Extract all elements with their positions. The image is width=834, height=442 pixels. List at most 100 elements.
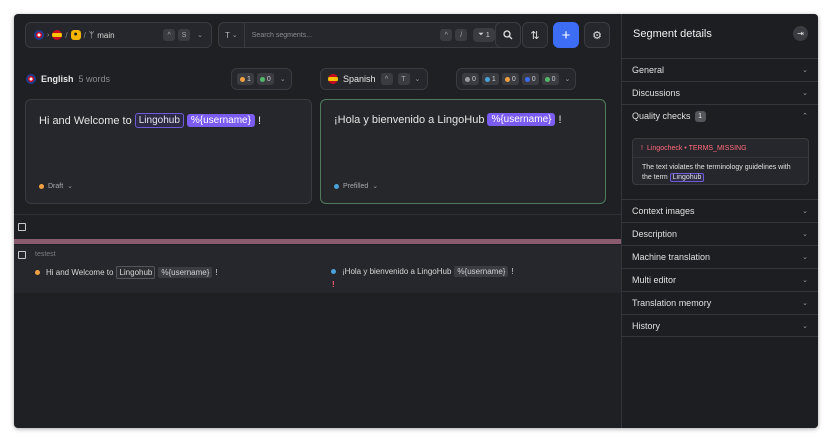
type-filter-button[interactable]: T ⌄ — [225, 23, 245, 47]
search-input[interactable] — [251, 31, 402, 39]
sort-button[interactable]: ⇅ — [522, 22, 548, 48]
section-machine-translation[interactable]: Machine translation ⌄ — [622, 245, 818, 268]
sort-icon: ⇅ — [530, 29, 540, 42]
chevron-right-icon: › — [47, 31, 50, 39]
approved-dot-icon — [259, 76, 265, 82]
row-source-text[interactable]: Hi and Welcome to Lingohub %{username} ! — [35, 266, 218, 279]
untranslated-count: 0 — [462, 73, 479, 85]
source-word-count: 5 words — [78, 74, 111, 84]
toolbar: › / ● / ᛘ main ^ S ⌄ T ⌄ ^ / ⏷ 1 ✕ — [14, 14, 621, 54]
uk-flag-icon — [26, 74, 36, 84]
chevron-up-icon: ⌃ — [802, 113, 808, 120]
quality-check-count: 1 — [694, 110, 706, 122]
search-shortcut-up: ^ — [440, 29, 453, 41]
placeholder-tag: %{username} — [454, 266, 509, 277]
select-all-checkbox[interactable] — [18, 223, 26, 231]
chevron-down-icon: ⌄ — [802, 231, 808, 238]
section-general[interactable]: General ⌄ — [622, 58, 818, 81]
approved-dot-icon — [544, 76, 550, 82]
chevron-down-icon: ⌄ — [802, 254, 808, 261]
branch-name: main — [97, 30, 115, 40]
panel-title: Segment details — [633, 28, 712, 40]
chevron-down-icon: ⌄ — [279, 76, 286, 83]
search-bar: T ⌄ ^ / ⏷ 1 ✕ — [218, 22, 519, 48]
section-discussions[interactable]: Discussions ⌄ — [622, 81, 818, 104]
spain-flag-icon — [328, 74, 338, 84]
collapse-panel-icon: ⇥ — [797, 29, 804, 38]
prefilled-dot-icon — [334, 183, 339, 189]
glossary-term: Lingohub — [116, 266, 156, 279]
source-language-name: English — [41, 74, 74, 84]
search-shortcut-key: / — [455, 29, 468, 41]
untranslated-dot-icon — [465, 76, 470, 82]
chevron-down-icon: ⌄ — [197, 32, 203, 39]
draft-dot-icon — [240, 76, 245, 82]
quality-check-message: The text violates the terminology guidel… — [642, 164, 791, 181]
spain-flag-icon — [52, 30, 63, 40]
review-count: 0 — [521, 73, 539, 85]
chevron-down-icon: ⌄ — [802, 67, 808, 74]
shortcut-key: S — [178, 29, 191, 41]
target-status-counts[interactable]: 0 1 0 0 0 ⌄ — [456, 68, 577, 90]
chevron-down-icon: ⌄ — [372, 183, 379, 190]
target-text: ¡Hola y bienvenido a LingoHub %{username… — [334, 113, 562, 126]
add-segment-button[interactable]: + — [553, 22, 579, 48]
draft-dot-icon — [39, 183, 44, 189]
section-history[interactable]: History ⌄ — [622, 314, 818, 337]
source-text: Hi and Welcome to Lingohub %{username} ! — [39, 113, 261, 128]
shortcut-up: ^ — [163, 29, 176, 41]
chevron-down-icon: ⌄ — [802, 300, 808, 307]
filter-icon: ⏷ — [478, 31, 484, 38]
target-status-dropdown[interactable]: Prefilled ⌄ — [334, 182, 378, 190]
collapse-panel-button[interactable]: ⇥ — [793, 26, 808, 41]
source-editor[interactable]: Hi and Welcome to Lingohub %{username} !… — [25, 99, 312, 204]
git-branch-icon: ᛘ — [88, 30, 95, 40]
target-shortcut-up: ^ — [380, 73, 393, 85]
section-multi-editor[interactable]: Multi editor ⌄ — [622, 268, 818, 291]
chevron-down-icon: ⌄ — [564, 76, 571, 83]
chevron-down-icon: ⌄ — [802, 208, 808, 215]
target-language-selector[interactable]: Spanish ^ T ⌄ — [320, 68, 429, 90]
target-shortcut-key: T — [397, 73, 410, 85]
chevron-down-icon: ⌄ — [67, 183, 74, 190]
warning-icon[interactable]: ! — [332, 280, 335, 289]
project-icon: ● — [70, 30, 81, 40]
segment-key: testest — [35, 251, 56, 258]
draft-count: 1 — [237, 73, 254, 85]
search-button[interactable] — [495, 22, 521, 48]
section-context-images[interactable]: Context images ⌄ — [622, 199, 818, 222]
placeholder-tag[interactable]: %{username} — [487, 113, 556, 126]
active-row-indicator — [14, 239, 621, 244]
section-description[interactable]: Description ⌄ — [622, 222, 818, 245]
source-language-header: English 5 words — [26, 68, 110, 90]
target-editor[interactable]: ¡Hola y bienvenido a LingoHub %{username… — [320, 99, 606, 204]
divider — [14, 214, 621, 215]
placeholder-tag[interactable]: %{username} — [186, 114, 255, 127]
prefilled-dot-icon — [331, 269, 336, 274]
project-branch-selector[interactable]: › / ● / ᛘ main ^ S ⌄ — [25, 22, 212, 48]
search-icon — [503, 30, 513, 40]
section-translation-memory[interactable]: Translation memory ⌄ — [622, 291, 818, 314]
quality-check-title: Lingocheck • TERMS_MISSING — [646, 144, 747, 152]
source-status-counts[interactable]: 1 0 ⌄ — [231, 68, 292, 90]
filter-count: 1 — [485, 31, 490, 39]
chevron-down-icon: ⌄ — [414, 76, 421, 83]
plus-icon: + — [561, 26, 571, 44]
chevron-down-icon: ⌄ — [802, 277, 808, 284]
approved-count: 0 — [541, 73, 559, 85]
placeholder-tag: %{username} — [158, 267, 213, 278]
draft-count: 0 — [501, 73, 519, 85]
gear-icon: ⚙ — [592, 29, 602, 42]
settings-button[interactable]: ⚙ — [584, 22, 610, 48]
active-filter-badge[interactable]: ⏷ 1 — [473, 28, 495, 42]
row-checkbox[interactable] — [18, 251, 26, 259]
chevron-down-icon: ⌄ — [802, 322, 808, 330]
approved-count: 0 — [256, 73, 274, 85]
breadcrumb-separator: / — [83, 30, 86, 40]
source-status-dropdown[interactable]: Draft ⌄ — [39, 182, 73, 190]
glossary-term[interactable]: Lingohub — [134, 113, 184, 128]
glossary-term[interactable]: Lingohub — [669, 173, 705, 182]
row-target-text[interactable]: ¡Hola y bienvenido a LingoHub %{username… — [331, 266, 514, 277]
review-dot-icon — [524, 76, 530, 82]
section-quality-checks[interactable]: Quality checks 1 ⌃ — [622, 104, 818, 127]
